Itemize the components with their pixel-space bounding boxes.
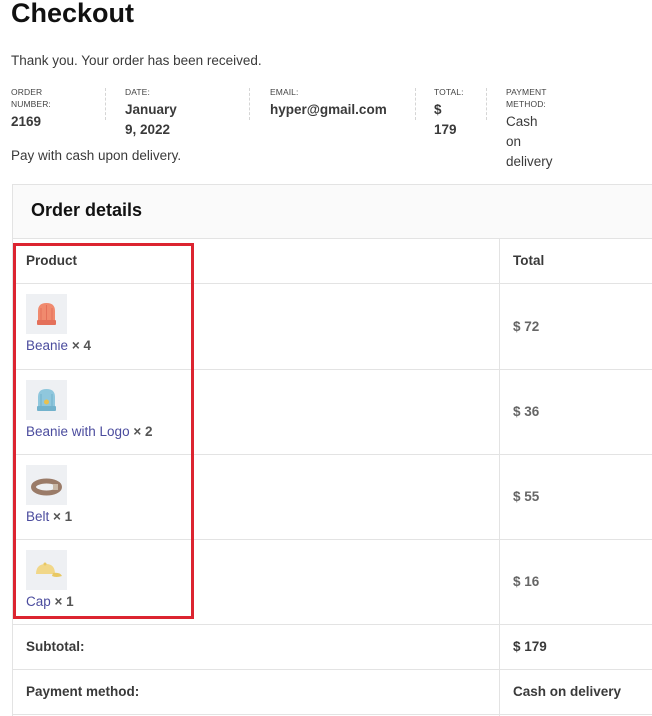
table-row: Belt × 1 $ 55	[13, 455, 652, 540]
payment-method-row-label: Payment method:	[26, 684, 140, 699]
line-total: $ 16	[513, 574, 540, 589]
subtotal-row: Subtotal: $ 179	[13, 625, 652, 670]
order-email: EMAIL: hyper@gmail.com	[270, 86, 387, 120]
product-link[interactable]: Beanie	[26, 338, 68, 353]
overview-divider	[105, 88, 106, 120]
table-row: Beanie × 4 $ 72	[13, 284, 652, 370]
product-link[interactable]: Belt	[26, 509, 49, 524]
page-title: Checkout	[11, 0, 135, 28]
checkout-page: Checkout Thank you. Your order has been …	[0, 0, 652, 716]
overview-divider	[415, 88, 416, 120]
payment-instructions: Pay with cash upon delivery.	[11, 148, 182, 163]
order-total-value: $ 179	[434, 102, 457, 137]
order-email-label: EMAIL:	[270, 87, 299, 97]
product-quantity: × 2	[133, 424, 153, 439]
order-total: TOTAL: $ 179	[434, 86, 464, 137]
subtotal-label: Subtotal:	[26, 639, 85, 654]
order-payment-method: PAYMENT METHOD: Cash on delivery	[506, 86, 553, 169]
order-number-label: ORDER NUMBER:	[11, 87, 51, 109]
product-quantity: × 4	[71, 338, 91, 353]
product-name: Cap × 1	[26, 594, 74, 609]
product-column-header: Product	[26, 253, 78, 268]
order-details-title: Order details	[31, 200, 143, 220]
table-row: Cap × 1 $ 16	[13, 540, 652, 625]
order-number-value: 2169	[11, 114, 42, 129]
product-name: Beanie × 4	[26, 338, 91, 353]
product-quantity: × 1	[53, 509, 73, 524]
payment-method-row-value: Cash on delivery	[513, 684, 622, 699]
cap-icon[interactable]	[26, 550, 67, 590]
order-date: DATE: January 9, 2022	[125, 86, 177, 137]
beanie-logo-icon[interactable]	[26, 380, 67, 420]
overview-divider	[486, 88, 487, 120]
table-row: Beanie with Logo × 2 $ 36	[13, 370, 652, 455]
line-total: $ 55	[513, 489, 540, 504]
line-total: $ 36	[513, 404, 540, 419]
order-date-label: DATE:	[125, 87, 150, 97]
order-number: ORDER NUMBER: 2169	[11, 86, 51, 129]
order-details-header: Order details	[13, 185, 652, 239]
product-link[interactable]: Cap	[26, 594, 51, 609]
order-email-value: hyper@gmail.com	[270, 102, 387, 117]
order-total-label: TOTAL:	[434, 87, 464, 97]
table-header-row: Product Total	[13, 239, 652, 284]
subtotal-value: $ 179	[513, 639, 547, 654]
order-date-value: January 9, 2022	[125, 102, 177, 137]
overview-divider	[249, 88, 250, 120]
total-column-header: Total	[513, 253, 545, 268]
product-link[interactable]: Beanie with Logo	[26, 424, 130, 439]
order-received-message: Thank you. Your order has been received.	[11, 53, 262, 68]
payment-method-label: PAYMENT METHOD:	[506, 87, 547, 109]
line-total: $ 72	[513, 319, 540, 334]
beanie-icon[interactable]	[26, 294, 67, 334]
product-name: Beanie with Logo × 2	[26, 424, 153, 439]
product-name: Belt × 1	[26, 509, 72, 524]
belt-icon[interactable]	[26, 465, 67, 505]
product-quantity: × 1	[54, 594, 74, 609]
order-details-table: Order details Product Total Beanie × 4 $…	[12, 184, 652, 716]
payment-method-row: Payment method: Cash on delivery	[13, 670, 652, 715]
payment-method-value: Cash on delivery	[506, 114, 553, 169]
